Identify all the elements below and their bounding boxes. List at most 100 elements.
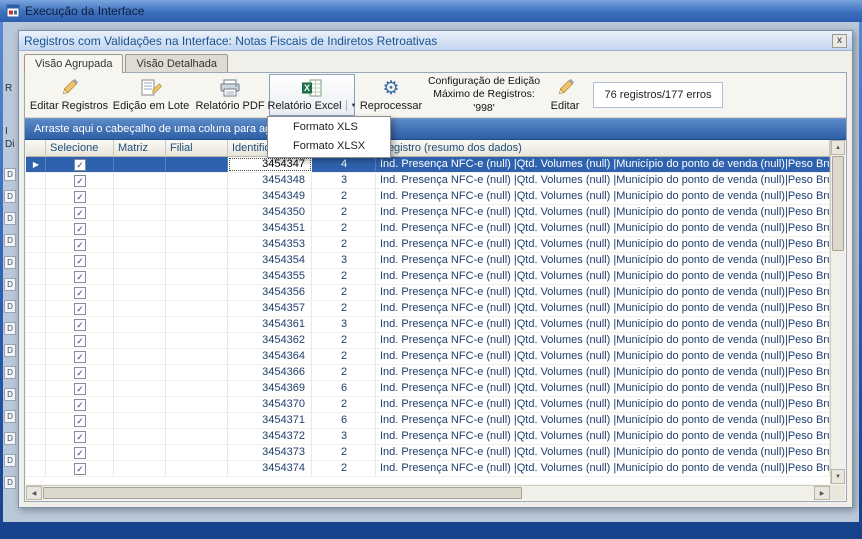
- row-identificador[interactable]: 3454353: [228, 237, 312, 252]
- table-row[interactable]: ▶ ✓ 3454347 4 Ind. Presença NFC-e (null)…: [26, 157, 830, 173]
- row-identificador[interactable]: 3454371: [228, 413, 312, 428]
- row-identificador[interactable]: 3454366: [228, 365, 312, 380]
- scroll-down-button[interactable]: ▼: [831, 469, 845, 484]
- close-button[interactable]: x: [832, 34, 847, 48]
- row-identificador[interactable]: 3454364: [228, 349, 312, 364]
- reprocessar-button[interactable]: ⚙ Reprocessar: [357, 74, 425, 116]
- row-checkbox[interactable]: ✓: [74, 399, 86, 411]
- table-row[interactable]: ✓ 3454354 3 Ind. Presença NFC-e (null) |…: [26, 253, 830, 269]
- table-row[interactable]: ✓ 3454351 2 Ind. Presença NFC-e (null) |…: [26, 221, 830, 237]
- vertical-scroll-thumb[interactable]: [832, 156, 844, 251]
- row-identificador[interactable]: 3454354: [228, 253, 312, 268]
- table-row[interactable]: ✓ 3454373 2 Ind. Presença NFC-e (null) |…: [26, 445, 830, 461]
- row-checkbox[interactable]: ✓: [74, 239, 86, 251]
- row-checkbox[interactable]: ✓: [74, 351, 86, 363]
- horizontal-scroll-track[interactable]: [42, 486, 814, 500]
- table-row[interactable]: ✓ 3454374 2 Ind. Presença NFC-e (null) |…: [26, 461, 830, 477]
- table-row[interactable]: ✓ 3454349 2 Ind. Presença NFC-e (null) |…: [26, 189, 830, 205]
- table-row[interactable]: ✓ 3454364 2 Ind. Presença NFC-e (null) |…: [26, 349, 830, 365]
- row-checkbox[interactable]: ✓: [74, 191, 86, 203]
- editar-registros-button[interactable]: Editar Registros: [29, 74, 109, 116]
- table-row[interactable]: ✓ 3454362 2 Ind. Presença NFC-e (null) |…: [26, 333, 830, 349]
- group-by-bar[interactable]: Arraste aqui o cabeçalho de uma coluna p…: [25, 118, 846, 140]
- row-select-cell[interactable]: ✓: [46, 445, 114, 460]
- row-select-cell[interactable]: ✓: [46, 429, 114, 444]
- row-identificador[interactable]: 3454348: [228, 173, 312, 188]
- row-select-cell[interactable]: ✓: [46, 221, 114, 236]
- table-row[interactable]: ✓ 3454348 3 Ind. Presença NFC-e (null) |…: [26, 173, 830, 189]
- row-identificador[interactable]: 3454356: [228, 285, 312, 300]
- row-checkbox[interactable]: ✓: [74, 367, 86, 379]
- row-select-cell[interactable]: ✓: [46, 317, 114, 332]
- tab-visao-detalhada[interactable]: Visão Detalhada: [125, 54, 228, 72]
- vertical-scrollbar[interactable]: ▲ ▼: [830, 140, 845, 484]
- row-checkbox[interactable]: ✓: [74, 431, 86, 443]
- editar-button[interactable]: Editar: [545, 74, 585, 116]
- row-checkbox[interactable]: ✓: [74, 447, 86, 459]
- tab-visao-agrupada[interactable]: Visão Agrupada: [24, 54, 123, 73]
- row-select-cell[interactable]: ✓: [46, 269, 114, 284]
- row-checkbox[interactable]: ✓: [74, 415, 86, 427]
- table-row[interactable]: ✓ 3454361 3 Ind. Presença NFC-e (null) |…: [26, 317, 830, 333]
- row-checkbox[interactable]: ✓: [74, 303, 86, 315]
- table-row[interactable]: ✓ 3454350 2 Ind. Presença NFC-e (null) |…: [26, 205, 830, 221]
- row-checkbox[interactable]: ✓: [74, 175, 86, 187]
- window-titlebar[interactable]: Execução da Interface: [0, 0, 862, 22]
- row-identificador[interactable]: 3454355: [228, 269, 312, 284]
- row-checkbox[interactable]: ✓: [74, 319, 86, 331]
- chevron-down-icon[interactable]: ▼: [351, 103, 357, 109]
- row-select-cell[interactable]: ✓: [46, 237, 114, 252]
- row-identificador[interactable]: 3454372: [228, 429, 312, 444]
- row-select-cell[interactable]: ✓: [46, 285, 114, 300]
- horizontal-scroll-thumb[interactable]: [43, 487, 522, 499]
- table-row[interactable]: ✓ 3454366 2 Ind. Presença NFC-e (null) |…: [26, 365, 830, 381]
- row-identificador[interactable]: 3454362: [228, 333, 312, 348]
- row-checkbox[interactable]: ✓: [74, 287, 86, 299]
- horizontal-scrollbar[interactable]: ◀ ▶: [26, 485, 830, 500]
- row-identificador[interactable]: 3454374: [228, 461, 312, 476]
- row-identificador[interactable]: 3454347: [228, 157, 312, 172]
- relatorio-excel-button[interactable]: X Relatório Excel ▼: [269, 74, 355, 116]
- table-row[interactable]: ✓ 3454370 2 Ind. Presença NFC-e (null) |…: [26, 397, 830, 413]
- row-select-cell[interactable]: ✓: [46, 253, 114, 268]
- row-identificador[interactable]: 3454350: [228, 205, 312, 220]
- header-selecione[interactable]: Selecione: [46, 140, 114, 156]
- edicao-em-lote-button[interactable]: Edição em Lote: [111, 74, 191, 116]
- row-select-cell[interactable]: ✓: [46, 173, 114, 188]
- table-row[interactable]: ✓ 3454371 6 Ind. Presença NFC-e (null) |…: [26, 413, 830, 429]
- row-select-cell[interactable]: ✓: [46, 397, 114, 412]
- row-identificador[interactable]: 3454370: [228, 397, 312, 412]
- row-identificador[interactable]: 3454373: [228, 445, 312, 460]
- row-select-cell[interactable]: ✓: [46, 381, 114, 396]
- row-checkbox[interactable]: ✓: [74, 255, 86, 267]
- row-identificador[interactable]: 3454349: [228, 189, 312, 204]
- row-identificador[interactable]: 3454369: [228, 381, 312, 396]
- row-select-cell[interactable]: ✓: [46, 413, 114, 428]
- menu-item-formato-xls[interactable]: Formato XLS: [269, 118, 389, 137]
- row-select-cell[interactable]: ✓: [46, 301, 114, 316]
- row-identificador[interactable]: 3454351: [228, 221, 312, 236]
- header-registro[interactable]: Registro (resumo dos dados): [376, 140, 830, 156]
- table-row[interactable]: ✓ 3454369 6 Ind. Presença NFC-e (null) |…: [26, 381, 830, 397]
- row-checkbox[interactable]: ✓: [74, 271, 86, 283]
- row-checkbox[interactable]: ✓: [74, 207, 86, 219]
- row-checkbox[interactable]: ✓: [74, 335, 86, 347]
- row-checkbox[interactable]: ✓: [74, 463, 86, 475]
- scroll-left-button[interactable]: ◀: [26, 486, 42, 500]
- table-row[interactable]: ✓ 3454356 2 Ind. Presença NFC-e (null) |…: [26, 285, 830, 301]
- header-filial[interactable]: Filial: [166, 140, 228, 156]
- row-select-cell[interactable]: ✓: [46, 365, 114, 380]
- table-row[interactable]: ✓ 3454355 2 Ind. Presença NFC-e (null) |…: [26, 269, 830, 285]
- row-select-cell[interactable]: ✓: [46, 461, 114, 476]
- header-matriz[interactable]: Matriz: [114, 140, 166, 156]
- row-identificador[interactable]: 3454357: [228, 301, 312, 316]
- relatorio-pdf-button[interactable]: Relatório PDF: [193, 74, 267, 116]
- row-select-cell[interactable]: ✓: [46, 189, 114, 204]
- row-identificador[interactable]: 3454361: [228, 317, 312, 332]
- scroll-up-button[interactable]: ▲: [831, 140, 845, 155]
- row-select-cell[interactable]: ✓: [46, 157, 114, 172]
- row-checkbox[interactable]: ✓: [74, 383, 86, 395]
- table-row[interactable]: ✓ 3454372 3 Ind. Presença NFC-e (null) |…: [26, 429, 830, 445]
- table-row[interactable]: ✓ 3454353 2 Ind. Presença NFC-e (null) |…: [26, 237, 830, 253]
- row-checkbox[interactable]: ✓: [74, 223, 86, 235]
